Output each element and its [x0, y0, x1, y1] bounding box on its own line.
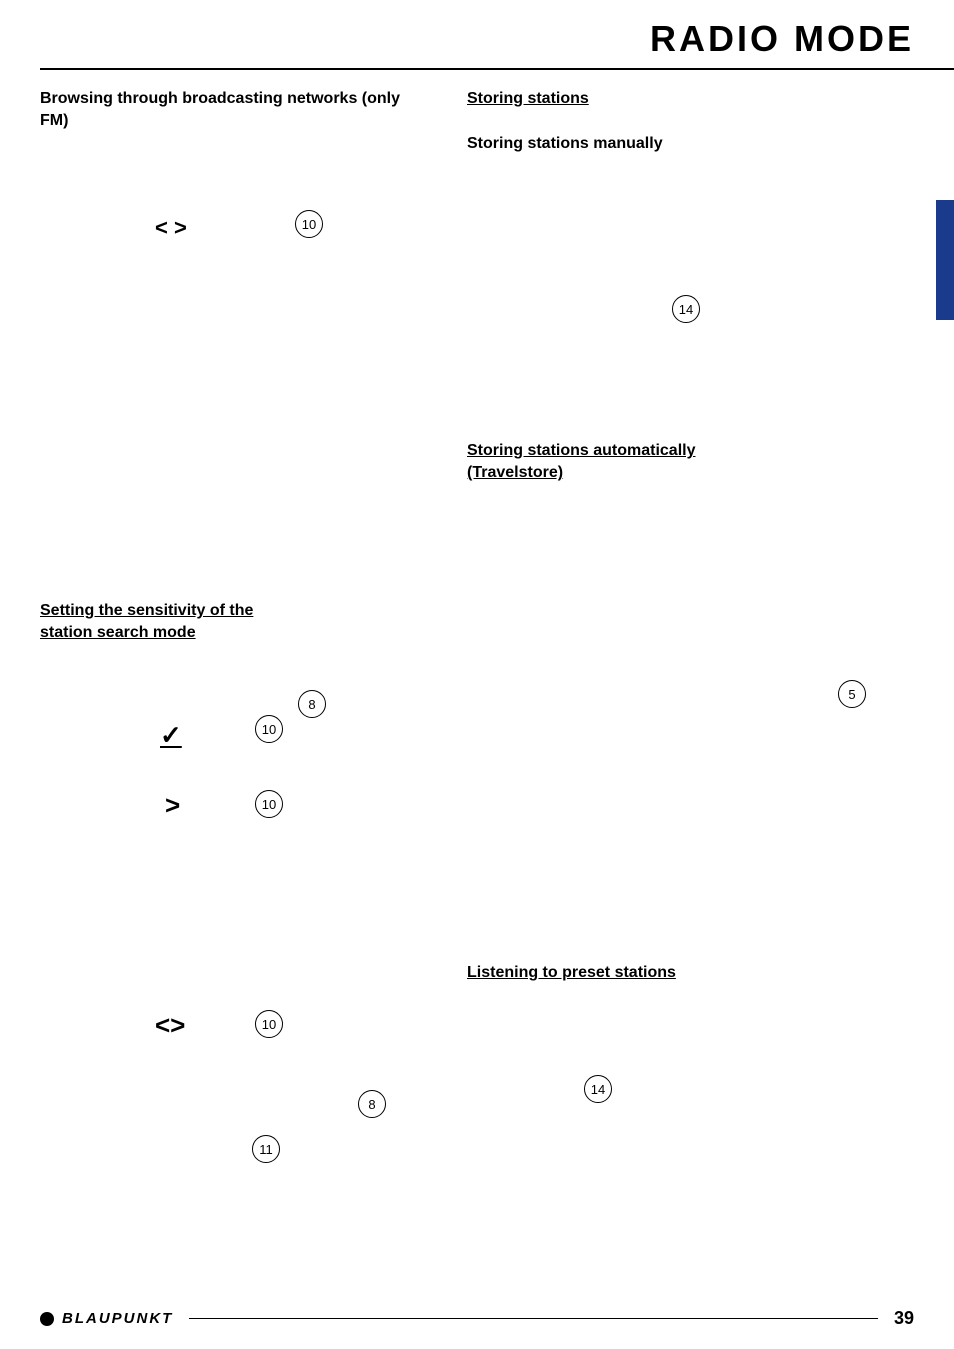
listening-heading-text: Listening to preset stations [467, 964, 676, 981]
listening-heading: Listening to preset stations [467, 962, 676, 984]
circle-8-bottom: 8 [358, 1090, 386, 1118]
browsing-heading-text: Browsing through broadcasting networks (… [40, 90, 400, 129]
storing-manually-text: Storing stations manually [467, 135, 663, 152]
circle-14-manual: 14 [672, 295, 700, 323]
angle-both-symbol-char: <> [155, 1010, 185, 1040]
page-footer: BLAUPUNKT 39 [0, 1308, 954, 1329]
browse-symbols: < > [155, 215, 187, 241]
brand-name: BLAUPUNKT [62, 1310, 173, 1327]
circle-10-browse: 10 [295, 210, 323, 238]
circle-10-angle-num: 10 [255, 1010, 283, 1038]
circle-10-check: 10 [255, 715, 283, 743]
greater-symbol: > [165, 790, 180, 821]
circle-5: 5 [838, 680, 866, 708]
storing-stations-heading: Storing stations [467, 88, 589, 110]
page-number: 39 [894, 1308, 914, 1329]
circle-11-bottom-num: 11 [252, 1135, 280, 1163]
circle-10-greater: 10 [255, 790, 283, 818]
circle-8-left-num: 8 [298, 690, 326, 718]
storing-auto-line1: Storing stations automatically [467, 442, 695, 459]
sensitivity-heading-line1: Setting the sensitivity of the [40, 602, 253, 619]
right-tab [936, 200, 954, 320]
circle-11-bottom: 11 [252, 1135, 280, 1163]
angle-both-symbol: <> [155, 1010, 185, 1041]
greater-symbol-char: > [165, 790, 180, 820]
sensitivity-heading-line2: station search mode [40, 624, 196, 641]
circle-14-listen-num: 14 [584, 1075, 612, 1103]
page-header: RADIO MODE [0, 0, 954, 60]
footer-logo: BLAUPUNKT [40, 1310, 173, 1327]
circle-8-left: 8 [298, 690, 326, 718]
top-rule [40, 68, 954, 70]
sensitivity-heading: Setting the sensitivity of the station s… [40, 600, 420, 645]
page-container: RADIO MODE Browsing through broadcasting… [0, 0, 954, 1349]
circle-10-angle: 10 [255, 1010, 283, 1038]
circle-8-bottom-num: 8 [358, 1090, 386, 1118]
left-right-symbol: < > [155, 215, 187, 240]
circle-10-check-num: 10 [255, 715, 283, 743]
check-symbol: ✓ [160, 720, 182, 751]
check-mark-symbol: ✓ [160, 720, 182, 750]
circle-10-browse-num: 10 [295, 210, 323, 238]
storing-stations-text: Storing stations [467, 90, 589, 107]
page-title: RADIO MODE [650, 18, 914, 60]
storing-auto-heading: Storing stations automatically (Travelst… [467, 440, 877, 485]
browsing-heading: Browsing through broadcasting networks (… [40, 88, 430, 133]
circle-14-listen: 14 [584, 1075, 612, 1103]
circle-5-num: 5 [838, 680, 866, 708]
storing-auto-line2: (Travelstore) [467, 464, 563, 481]
footer-dot [40, 1312, 54, 1326]
circle-14-manual-num: 14 [672, 295, 700, 323]
footer-line [189, 1318, 878, 1320]
storing-manually-heading: Storing stations manually [467, 133, 663, 155]
circle-10-greater-num: 10 [255, 790, 283, 818]
